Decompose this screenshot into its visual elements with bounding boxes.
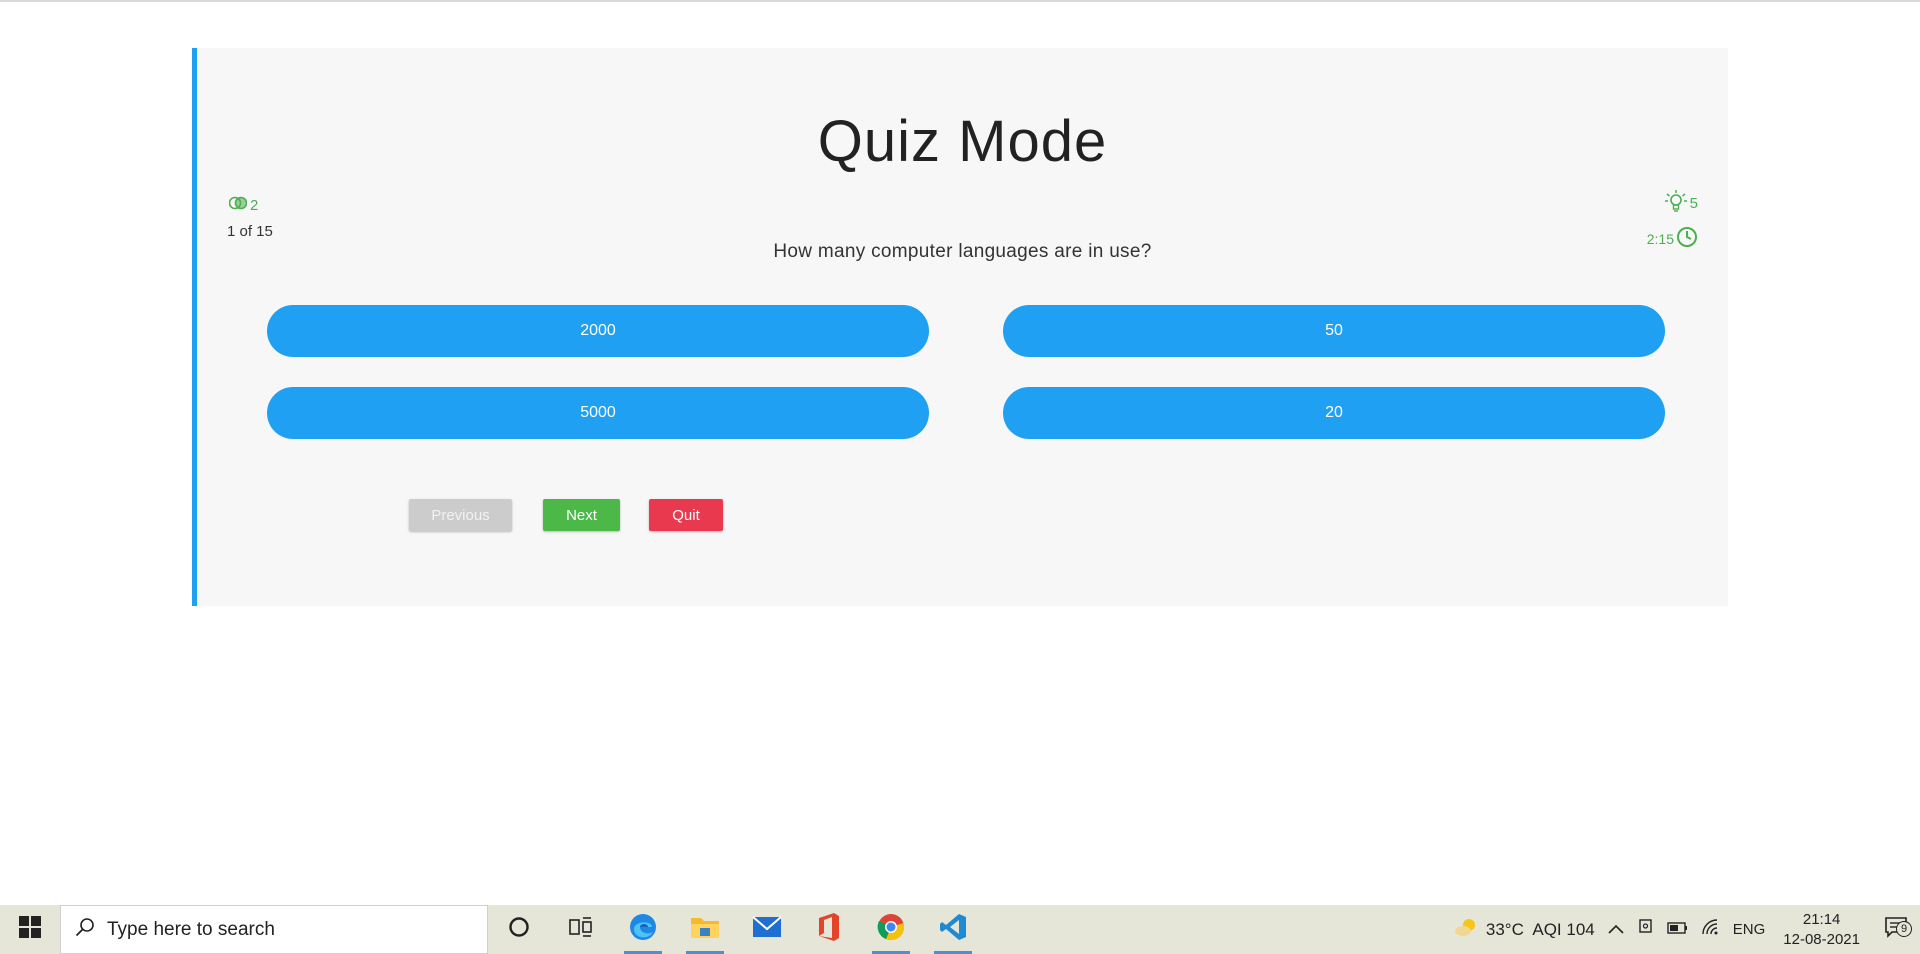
top-divider <box>0 0 1920 2</box>
file-explorer-app[interactable] <box>674 905 736 954</box>
question-text: How many computer languages are in use? <box>773 241 1152 262</box>
option-c-button[interactable]: 5000 <box>267 387 929 439</box>
clock-date: 12-08-2021 <box>1783 930 1860 948</box>
question-progress: 1 of 15 <box>227 223 273 240</box>
search-placeholder: Type here to search <box>107 918 275 940</box>
vscode-app[interactable] <box>922 905 984 954</box>
task-view-button[interactable] <box>550 905 612 954</box>
language-indicator[interactable]: ENG <box>1727 921 1772 938</box>
fifty-fifty-count: 2 <box>250 196 259 214</box>
weather-widget[interactable]: 33°C AQI 104 <box>1448 917 1601 942</box>
chrome-icon <box>876 912 906 947</box>
cortana-circle-icon <box>508 916 530 943</box>
fifty-fifty-lifeline[interactable]: 2 <box>228 196 259 214</box>
option-d-button[interactable]: 20 <box>1003 387 1665 439</box>
wifi-icon <box>1701 918 1721 941</box>
option-b-button[interactable]: 50 <box>1003 305 1665 357</box>
mail-icon <box>752 915 782 944</box>
fifty-fifty-icon <box>228 196 248 214</box>
option-a-button[interactable]: 2000 <box>267 305 929 357</box>
battery-button[interactable] <box>1661 920 1695 940</box>
quit-button[interactable]: Quit <box>649 499 723 531</box>
quiz-card: Quiz Mode 2 1 of 15 5 2:15 How many comp… <box>192 48 1728 606</box>
meet-now-button[interactable] <box>1631 918 1661 941</box>
weather-sun-cloud-icon <box>1454 917 1480 942</box>
clock[interactable]: 21:14 12-08-2021 <box>1771 910 1872 950</box>
start-button[interactable] <box>0 905 60 954</box>
cortana-button[interactable] <box>488 905 550 954</box>
system-tray: 33°C AQI 104 ENG 21:14 12-08-2021 9 <box>1448 905 1920 954</box>
hints-lifeline[interactable]: 5 <box>1664 190 1698 216</box>
task-view-icon <box>569 916 593 943</box>
chevron-up-icon <box>1607 920 1625 940</box>
lightbulb-icon <box>1664 190 1688 216</box>
search-icon <box>75 917 95 943</box>
network-button[interactable] <box>1695 918 1727 941</box>
edge-app[interactable] <box>612 905 674 954</box>
folder-icon <box>690 914 720 945</box>
show-hidden-icons-button[interactable] <box>1601 920 1631 940</box>
mail-app[interactable] <box>736 905 798 954</box>
weather-text: 33°C AQI 104 <box>1485 919 1595 939</box>
office-app[interactable] <box>798 905 860 954</box>
clock-time: 21:14 <box>1802 910 1841 928</box>
chrome-app[interactable] <box>860 905 922 954</box>
vscode-icon <box>939 913 967 946</box>
taskbar: Type here to search 33°C AQI 104 ENG 21:… <box>0 905 1920 954</box>
battery-icon <box>1667 920 1689 940</box>
taskbar-search[interactable]: Type here to search <box>60 905 488 954</box>
page-title: Quiz Mode <box>817 109 1108 174</box>
notification-count: 9 <box>1896 921 1912 937</box>
next-button[interactable]: Next <box>543 499 620 531</box>
notifications-button[interactable]: 9 <box>1872 916 1920 943</box>
meet-now-icon <box>1637 918 1655 941</box>
previous-button[interactable]: Previous <box>409 499 512 531</box>
office-icon <box>816 912 842 947</box>
windows-icon <box>19 916 41 943</box>
edge-icon <box>628 912 658 947</box>
hints-count: 5 <box>1689 194 1698 212</box>
